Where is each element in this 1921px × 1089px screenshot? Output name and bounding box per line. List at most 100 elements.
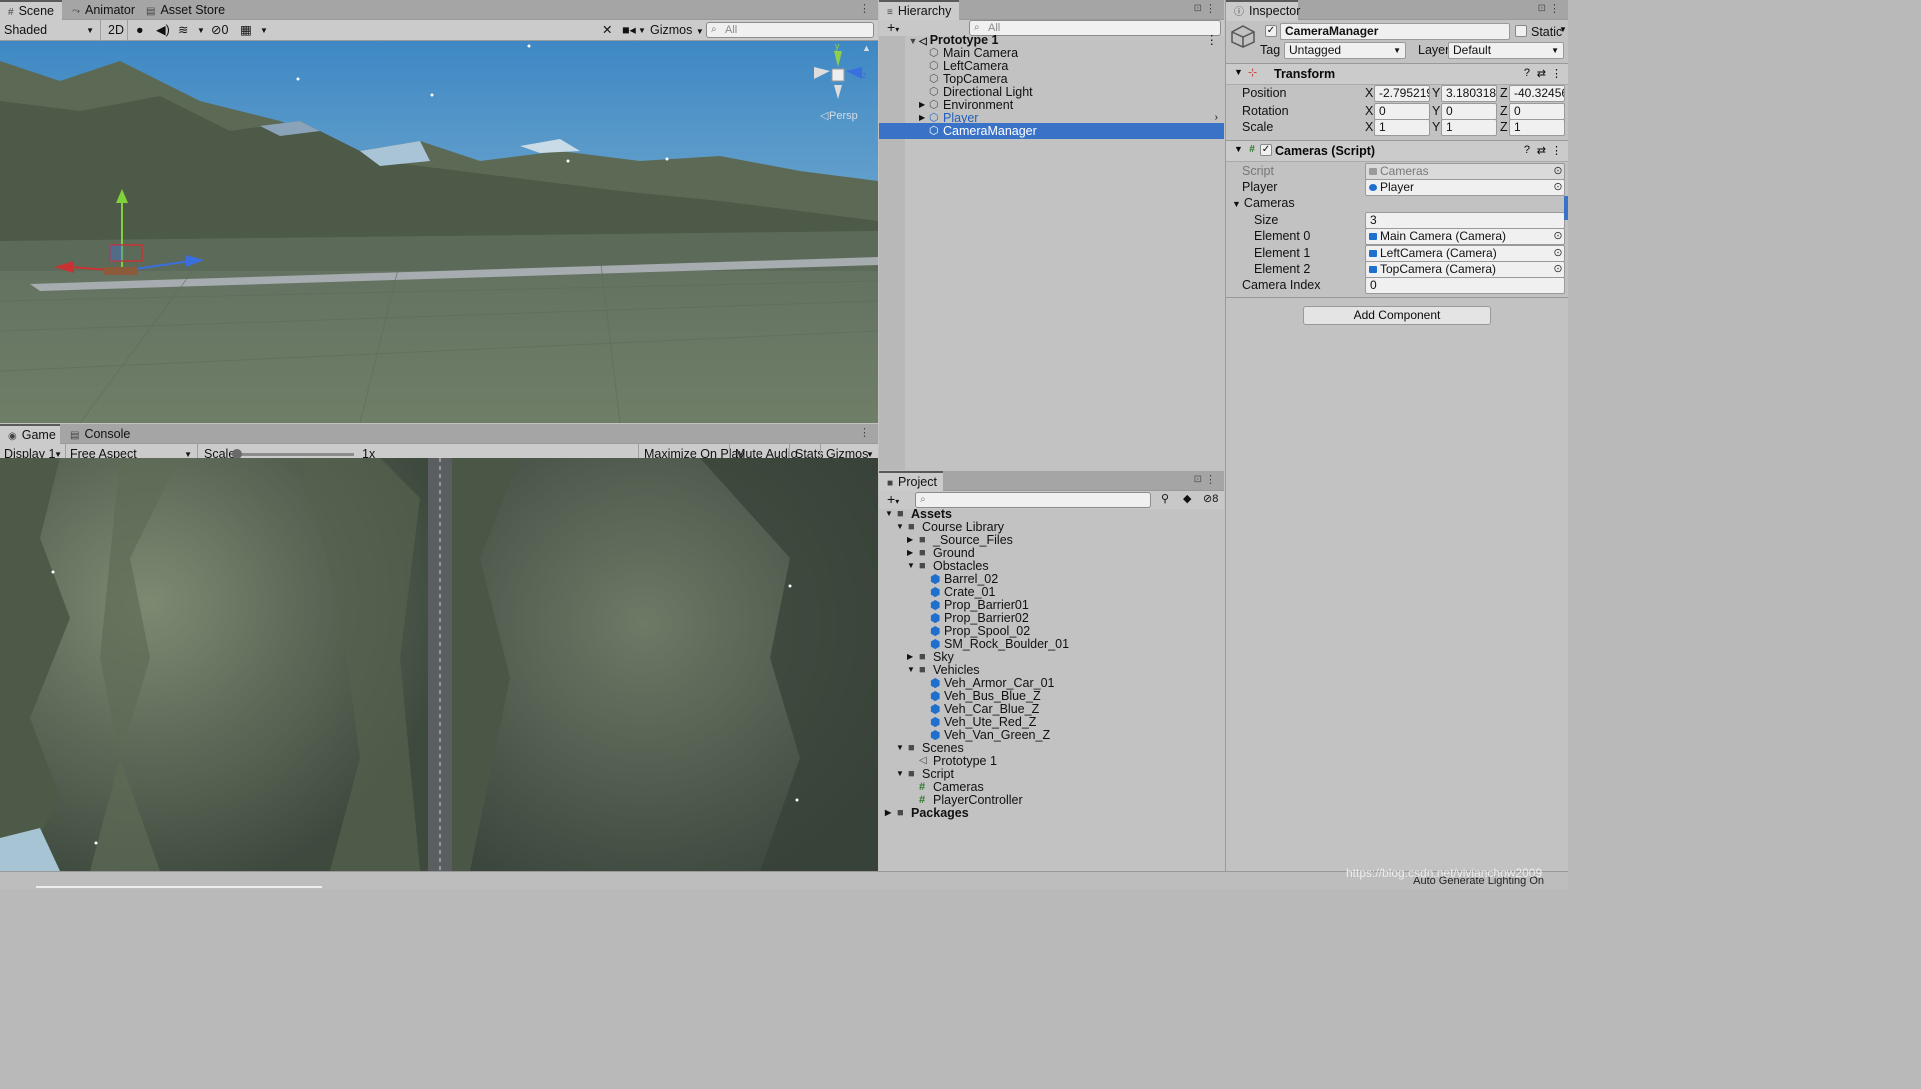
dropdown-arrow-icon: ▼ bbox=[86, 26, 94, 35]
expand-arrow-icon[interactable]: ▶ bbox=[885, 805, 891, 821]
camera-element-field[interactable]: TopCamera (Camera) ⊙ bbox=[1365, 261, 1565, 278]
dropdown-arrow-icon: ▼ bbox=[1551, 46, 1559, 55]
more-options-icon[interactable]: ⋮ bbox=[1205, 2, 1216, 15]
transform-rotation-z-input[interactable]: 0 bbox=[1509, 103, 1565, 120]
shading-dropdown[interactable]: Shaded ▼ bbox=[0, 20, 98, 41]
cameras-script-title: Cameras (Script) bbox=[1275, 144, 1376, 158]
help-icon[interactable]: ? bbox=[1524, 67, 1530, 79]
tab-inspector[interactable]: ⓘ Inspector bbox=[1226, 0, 1300, 21]
object-name-input[interactable]: CameraManager bbox=[1280, 23, 1510, 40]
axis-label-z[interactable]: Z bbox=[1500, 119, 1508, 135]
camera-element-field[interactable]: Main Camera (Camera) ⊙ bbox=[1365, 228, 1565, 245]
eye-slash-icon: ⊘ bbox=[1203, 493, 1213, 505]
cameras-script-header[interactable]: ▼ # ✓ Cameras (Script) ? ⇄ ⋮ bbox=[1226, 140, 1568, 162]
eye-slash-icon: ⊘ bbox=[211, 23, 222, 37]
bag-icon: ▤ bbox=[146, 6, 156, 17]
cameras-array-label[interactable]: ▼ Cameras bbox=[1232, 195, 1295, 212]
axis-label-y[interactable]: Y bbox=[1432, 119, 1440, 135]
scene-toolbar: Shaded ▼ 2D ● ◀) ≋ ▼ ⊘0 ▦ ▼ ✕ ■◂ ▼ Gizmos… bbox=[0, 20, 878, 41]
effects-toggle-icon[interactable]: ≋ bbox=[174, 20, 192, 41]
create-button[interactable]: +▾ bbox=[883, 17, 903, 38]
axis-label-x[interactable]: X bbox=[1365, 103, 1373, 119]
transform-position-x-input[interactable]: -2.795219 bbox=[1374, 85, 1430, 102]
layer-dropdown[interactable]: Default ▼ bbox=[1448, 42, 1564, 59]
hidden-objects-toggle[interactable]: ⊘0 bbox=[207, 20, 232, 41]
collapse-arrow-icon[interactable]: ▼ bbox=[1234, 67, 1243, 77]
gizmos-dropdown[interactable]: Gizmos ▼ bbox=[646, 20, 708, 41]
lock-icon[interactable]: ⊡ bbox=[1194, 474, 1202, 485]
scale-slider[interactable] bbox=[236, 453, 354, 456]
dropdown-arrow-icon: ▼ bbox=[695, 27, 704, 36]
size-input[interactable]: 3 bbox=[1365, 212, 1565, 229]
script-icon: # bbox=[1249, 144, 1255, 155]
axis-label-z[interactable]: Z bbox=[1500, 85, 1508, 101]
grid-toggle-icon[interactable]: ▦ bbox=[236, 20, 256, 41]
preset-icon[interactable]: ⇄ bbox=[1537, 67, 1546, 80]
preset-icon[interactable]: ⇄ bbox=[1537, 144, 1546, 157]
lock-icon[interactable]: ⊡ bbox=[1194, 3, 1202, 14]
transform-rotation-y-input[interactable]: 0 bbox=[1441, 103, 1497, 120]
help-icon[interactable]: ? bbox=[1524, 144, 1530, 156]
transform-scale-z-input[interactable]: 1 bbox=[1509, 119, 1565, 136]
object-picker-icon[interactable]: ⊙ bbox=[1551, 229, 1565, 244]
more-options-icon[interactable]: ⋮ bbox=[1549, 2, 1560, 15]
tools-icon[interactable]: ✕ bbox=[598, 20, 616, 41]
axis-label-y[interactable]: Y bbox=[1432, 85, 1440, 101]
transform-scale-x-input[interactable]: 1 bbox=[1374, 119, 1430, 136]
tab-scene[interactable]: # Scene bbox=[0, 0, 62, 21]
expand-arrow-icon[interactable]: ▼ bbox=[1232, 199, 1241, 209]
camera-element-value: TopCamera (Camera) bbox=[1380, 262, 1497, 276]
toggle-2d-button[interactable]: 2D bbox=[104, 20, 128, 41]
grid-dropdown-icon[interactable]: ▼ bbox=[256, 20, 272, 41]
camera-index-input[interactable]: 0 bbox=[1365, 277, 1565, 294]
transform-header[interactable]: ▼ ⊹ Transform ? ⇄ ⋮ bbox=[1226, 63, 1568, 85]
player-field[interactable]: Player ⊙ bbox=[1365, 179, 1565, 196]
static-dropdown-icon[interactable]: ▼ bbox=[1559, 25, 1567, 34]
tab-console[interactable]: ▤ Console bbox=[62, 424, 138, 444]
component-menu-icon[interactable]: ⋮ bbox=[1551, 67, 1562, 80]
object-picker-icon[interactable]: ⊙ bbox=[1551, 246, 1565, 261]
more-options-icon[interactable]: ⋮ bbox=[1205, 473, 1216, 486]
scene-viewport[interactable]: y z ◁ Persp ▲ bbox=[0, 41, 878, 423]
static-checkbox[interactable] bbox=[1515, 25, 1527, 37]
project-folder[interactable]: ▶ ■ Packages bbox=[879, 805, 1224, 821]
game-panel: ◉ Game ▤ Console ⋮ Display 1 ▼ Free Aspect ▼… bbox=[0, 424, 878, 871]
tab-game[interactable]: ◉ Game bbox=[0, 424, 60, 445]
axis-label-y[interactable]: Y bbox=[1432, 103, 1440, 119]
transform-scale-label[interactable]: Scale bbox=[1242, 119, 1273, 135]
transform-position-y-input[interactable]: 3.180318 bbox=[1441, 85, 1497, 102]
component-menu-icon[interactable]: ⋮ bbox=[1551, 144, 1562, 157]
transform-rotation-x-input[interactable]: 0 bbox=[1374, 103, 1430, 120]
hierarchy-item[interactable]: ⬡ CameraManager bbox=[879, 123, 1224, 139]
layer-label: Layer bbox=[1418, 43, 1450, 57]
lighting-toggle-icon[interactable]: ● bbox=[132, 20, 148, 41]
collapse-arrow-icon[interactable]: ▼ bbox=[1234, 144, 1243, 154]
more-options-icon[interactable]: ⋮ bbox=[859, 426, 870, 439]
active-checkbox[interactable]: ✓ bbox=[1265, 25, 1277, 37]
project-panel: ■ Project ⊡ ⋮ +▾ ⌕ ⚲ ◆ ⊘8 ▼ ■ Assets ▼ ■ Cours… bbox=[879, 471, 1224, 871]
game-viewport[interactable] bbox=[0, 458, 878, 871]
camera-icon bbox=[1369, 266, 1377, 273]
component-enabled-checkbox[interactable]: ✓ bbox=[1260, 144, 1272, 156]
axis-label-x[interactable]: X bbox=[1365, 119, 1373, 135]
search-icon: ⌕ bbox=[711, 24, 717, 35]
camera-element-field[interactable]: LeftCamera (Camera) ⊙ bbox=[1365, 244, 1565, 262]
hierarchy-item-label: CameraManager bbox=[943, 124, 1037, 138]
tab-animator[interactable]: ⤳ Animator bbox=[64, 0, 143, 20]
audio-toggle-icon[interactable]: ◀) bbox=[152, 20, 174, 41]
scene-search-input[interactable]: ⌕ All bbox=[706, 22, 874, 38]
more-options-icon[interactable]: ⋮ bbox=[859, 2, 870, 15]
transform-rotation-label[interactable]: Rotation bbox=[1242, 103, 1289, 119]
axis-label-z[interactable]: Z bbox=[1500, 103, 1508, 119]
transform-position-z-input[interactable]: -40.32456 bbox=[1509, 85, 1565, 102]
add-component-button[interactable]: Add Component bbox=[1303, 306, 1491, 325]
tab-asset-store[interactable]: ▤ Asset Store bbox=[138, 0, 233, 20]
object-picker-icon[interactable]: ⊙ bbox=[1551, 262, 1565, 277]
lock-icon[interactable]: ⊡ bbox=[1538, 3, 1546, 14]
object-picker-icon[interactable]: ⊙ bbox=[1551, 180, 1565, 195]
tag-dropdown[interactable]: Untagged ▼ bbox=[1284, 42, 1406, 59]
axis-label-x[interactable]: X bbox=[1365, 85, 1373, 101]
transform-scale-y-input[interactable]: 1 bbox=[1441, 119, 1497, 136]
transform-position-label[interactable]: Position bbox=[1242, 85, 1286, 101]
hierarchy-panel: ≡ Hierarchy ⊡ ⋮ +▾ ⌕ All ▼ ◁ Prototype 1 ⋮ ⬡… bbox=[879, 0, 1224, 470]
